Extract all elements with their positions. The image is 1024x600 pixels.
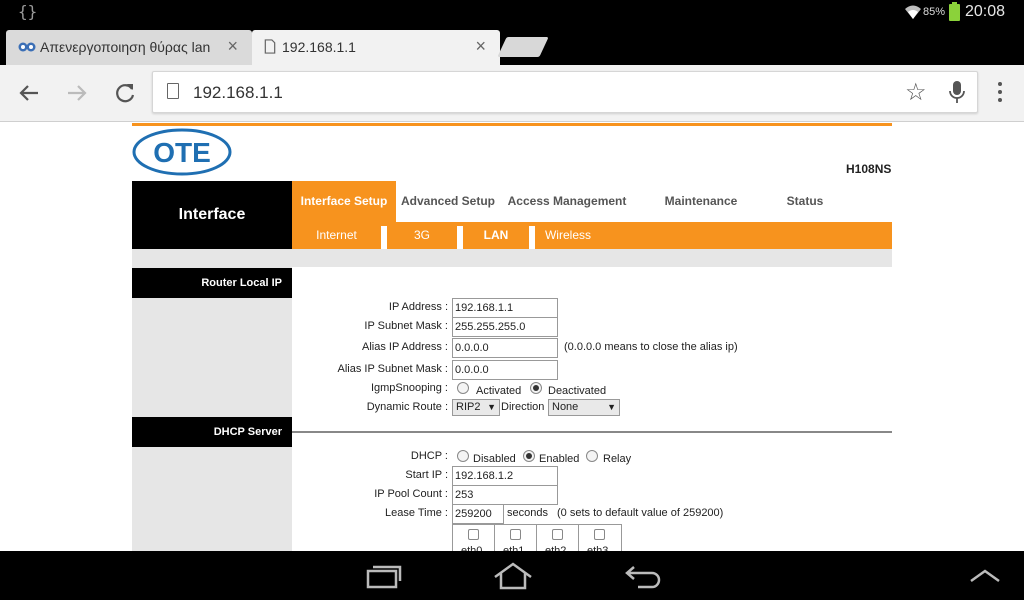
status-bar: {} 85% 20:08 — [0, 0, 1024, 25]
nav-advanced-setup[interactable]: Advanced Setup — [396, 181, 500, 222]
left-gutter — [132, 267, 292, 551]
subnav-3g[interactable]: 3G — [387, 222, 457, 249]
battery-icon — [949, 2, 960, 21]
lease-time-field[interactable]: 259200 — [452, 504, 504, 524]
url-bar[interactable]: 192.168.1.1 ☆ — [152, 71, 978, 113]
dropdown-arrow-icon: ▼ — [487, 402, 496, 412]
url-text[interactable]: 192.168.1.1 — [193, 83, 283, 103]
android-nav-bar — [0, 551, 1024, 600]
dhcp-server-heading: DHCP Server — [132, 417, 292, 447]
top-accent-bar — [132, 123, 892, 126]
alias-ip-note: (0.0.0.0 means to close the alias ip) — [564, 341, 738, 353]
ip-address-label: IP Address : — [388, 301, 448, 313]
direction-label: Direction — [501, 401, 545, 413]
igmp-deactivated-radio[interactable] — [530, 382, 542, 394]
alias-ip-field[interactable]: 0.0.0.0 — [452, 338, 558, 358]
ip-pool-count-field[interactable]: 253 — [452, 485, 558, 505]
lease-time-unit: seconds — [507, 507, 548, 519]
start-ip-label: Start IP : — [405, 469, 448, 481]
dropdown-arrow-icon: ▼ — [607, 402, 616, 412]
microphone-icon[interactable] — [949, 79, 965, 105]
igmp-activated-radio[interactable] — [457, 382, 469, 394]
subnav-internet[interactable]: Internet — [292, 222, 381, 249]
port-cell: eth0 — [453, 525, 495, 551]
subnav-wireless[interactable]: Wireless — [535, 222, 601, 249]
igmp-snooping-label: IgmpSnooping : — [370, 382, 448, 394]
nav-maintenance[interactable]: Maintenance — [634, 181, 768, 222]
port-cell: eth1 — [495, 525, 537, 551]
port-checkbox[interactable] — [594, 529, 605, 540]
port-checkbox[interactable] — [468, 529, 479, 540]
subnet-mask-field[interactable]: 255.255.255.0 — [452, 317, 558, 337]
home-icon[interactable] — [492, 561, 534, 591]
section-title: Interface — [132, 181, 292, 249]
direction-value: None — [552, 401, 579, 413]
dhcp-enabled-label: Enabled — [539, 453, 580, 465]
ip-pool-count-label: IP Pool Count : — [374, 488, 448, 500]
recent-apps-icon[interactable] — [364, 563, 404, 589]
battery-percent: 85% — [923, 6, 946, 18]
wifi-icon — [905, 5, 921, 19]
nav-access-management[interactable]: Access Management — [500, 181, 634, 222]
alias-subnet-label: Alias IP Subnet Mask : — [337, 363, 448, 375]
svg-text:OTE: OTE — [153, 137, 211, 168]
ip-address-field[interactable]: 192.168.1.1 — [452, 298, 558, 318]
subnav-lan[interactable]: LAN — [463, 222, 529, 249]
new-tab-button[interactable] — [497, 37, 549, 57]
page-icon — [264, 39, 276, 54]
alias-subnet-field[interactable]: 0.0.0.0 — [452, 360, 558, 380]
dynamic-route-value: RIP2 — [456, 401, 481, 413]
overflow-menu-icon[interactable] — [992, 78, 1008, 108]
section-divider — [292, 431, 892, 433]
router-local-ip-heading: Router Local IP — [132, 268, 292, 298]
port-selection-table: eth0 eth1 eth2 eth3 — [452, 524, 622, 551]
tab-strip: Απενεργοποιηση θύρας lan × 192.168.1.1 × — [0, 25, 1024, 65]
alias-ip-label: Alias IP Address : — [361, 341, 448, 353]
router-page: OTE H108NS Interface Interface Setup Adv… — [0, 123, 1024, 551]
igmp-activated-label: Activated — [476, 385, 522, 397]
dhcp-enabled-radio[interactable] — [523, 450, 535, 462]
tab-inactive[interactable]: Απενεργοποιηση θύρας lan × — [6, 30, 252, 65]
tab-title: 192.168.1.1 — [282, 39, 356, 55]
igmp-deactivated-label: Deactivated — [548, 385, 607, 397]
bookmark-star-icon[interactable]: ☆ — [905, 78, 927, 107]
dhcp-relay-label: Relay — [603, 453, 632, 465]
device-model: H108NS — [846, 162, 892, 176]
ote-logo: OTE — [132, 128, 232, 176]
browser-toolbar: 192.168.1.1 ☆ — [0, 65, 1024, 122]
dhcp-relay-radio[interactable] — [586, 450, 598, 462]
dhcp-disabled-label: Disabled — [473, 453, 516, 465]
dhcp-label: DHCP : — [410, 450, 448, 462]
lease-time-note: (0 sets to default value of 259200) — [557, 507, 724, 519]
lease-time-label: Lease Time : — [385, 507, 448, 519]
main-nav: Interface Setup Advanced Setup Access Ma… — [292, 181, 892, 222]
dhcp-disabled-radio[interactable] — [457, 450, 469, 462]
dynamic-route-select[interactable]: RIP2 ▼ — [452, 399, 500, 416]
page-info-icon[interactable] — [167, 83, 179, 99]
port-checkbox[interactable] — [510, 529, 521, 540]
tab-active[interactable]: 192.168.1.1 × — [252, 30, 500, 65]
reload-icon[interactable] — [110, 78, 140, 108]
direction-select[interactable]: None ▼ — [548, 399, 620, 416]
tab-title: Απενεργοποιηση θύρας lan — [40, 39, 211, 55]
close-tab-icon[interactable]: × — [227, 36, 238, 57]
dynamic-route-label: Dynamic Route : — [366, 401, 448, 413]
site-favicon-icon — [18, 42, 36, 52]
back-icon[interactable] — [624, 563, 662, 589]
forward-arrow-icon[interactable] — [62, 78, 92, 108]
chevron-up-icon[interactable] — [968, 567, 1002, 585]
debug-icon: {} — [18, 2, 38, 21]
nav-interface-setup[interactable]: Interface Setup — [292, 181, 396, 222]
port-cell: eth2 — [537, 525, 579, 551]
gray-divider — [132, 249, 892, 267]
port-checkbox[interactable] — [552, 529, 563, 540]
close-tab-icon[interactable]: × — [475, 36, 486, 57]
port-cell: eth3 — [579, 525, 621, 551]
nav-status[interactable]: Status — [768, 181, 842, 222]
clock: 20:08 — [965, 3, 1006, 20]
subnet-mask-label: IP Subnet Mask : — [364, 320, 448, 332]
start-ip-field[interactable]: 192.168.1.2 — [452, 466, 558, 486]
back-arrow-icon[interactable] — [14, 78, 44, 108]
sub-nav: Internet 3G LAN Wireless — [292, 222, 892, 249]
